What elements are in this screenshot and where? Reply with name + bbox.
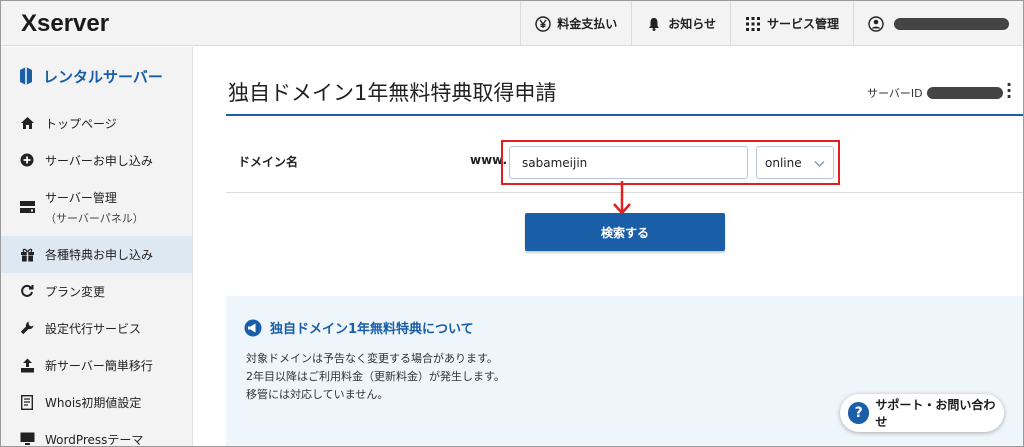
- sidebar-item-server-apply[interactable]: サーバーお申し込み: [1, 142, 192, 179]
- sidebar-item-label: 各種特典お申し込み: [45, 248, 154, 262]
- home-icon: [19, 115, 35, 131]
- nav-notice[interactable]: お知らせ: [631, 1, 730, 46]
- server-brand-icon: [19, 67, 33, 85]
- info-title-label: 独自ドメイン1年無料特典について: [270, 322, 474, 337]
- gift-icon: [19, 246, 35, 262]
- support-label: サポート・お問い合わせ: [875, 398, 996, 429]
- sidebar-item-benefits[interactable]: 各種特典お申し込み: [1, 236, 192, 273]
- sidebar-item-label: Whois初期値設定: [45, 396, 142, 410]
- wrench-icon: [19, 320, 35, 336]
- user-icon: [868, 15, 884, 32]
- nav-payment-label: 料金支払い: [557, 17, 618, 31]
- refresh-icon: [19, 283, 35, 299]
- domain-name-label: ドメイン名: [238, 155, 299, 169]
- sidebar-item-label: サーバーお申し込み: [45, 154, 153, 168]
- chevron-down-icon: [814, 157, 825, 171]
- domain-input[interactable]: [509, 146, 748, 179]
- sidebar-item-server-management[interactable]: サーバー管理 （サーバーパネル）: [1, 179, 192, 236]
- nav-payment[interactable]: 料金支払い: [520, 1, 631, 46]
- plus-circle-icon: [19, 152, 35, 168]
- tld-select[interactable]: online: [756, 146, 834, 179]
- redacted-username: [894, 17, 1009, 30]
- info-line: 対象ドメインは予告なく変更する場合があります。: [246, 352, 498, 365]
- sidebar-item-label: サーバー管理: [45, 191, 117, 205]
- top-header: Xserver 料金支払い お知らせ サービス管理: [1, 1, 1023, 46]
- sidebar-item-label: 新サーバー簡単移行: [45, 359, 153, 373]
- sidebar-item-plan-change[interactable]: プラン変更: [1, 273, 192, 310]
- support-button[interactable]: ? サポート・お問い合わせ: [840, 394, 1004, 432]
- nav-user-account[interactable]: [853, 1, 1023, 46]
- info-title: 独自ドメイン1年無料特典について: [244, 318, 474, 337]
- grid-icon: [745, 16, 761, 32]
- nav-service-label: サービス管理: [766, 17, 839, 31]
- more-menu-icon[interactable]: · · ·: [1006, 77, 1012, 105]
- sidebar-title-label: レンタルサーバー: [43, 67, 163, 86]
- sidebar-item-label: 設定代行サービス: [45, 322, 142, 336]
- sidebar-item-setup-service[interactable]: 設定代行サービス: [1, 310, 192, 347]
- search-button[interactable]: 検索する: [525, 213, 725, 251]
- info-line: 2年目以降はご利用料金（更新料金）が発生します。: [246, 370, 505, 383]
- info-line: 移管には対応していません。: [246, 388, 389, 401]
- header-nav: 料金支払い お知らせ サービス管理: [520, 1, 1023, 46]
- megaphone-icon: [244, 319, 262, 337]
- server-id: サーバーID: [867, 85, 1003, 101]
- sidebar-title[interactable]: レンタルサーバー: [1, 47, 192, 105]
- upload-icon: [19, 357, 35, 373]
- sidebar-item-label: プラン変更: [45, 285, 106, 299]
- yen-icon: [535, 15, 551, 32]
- sidebar-item-label: WordPressテーマ: [45, 433, 144, 447]
- nav-notice-label: お知らせ: [668, 17, 716, 31]
- sidebar-item-top[interactable]: トップページ: [1, 105, 192, 142]
- redacted-server-id: [926, 87, 1003, 99]
- title-underline: [226, 114, 1023, 116]
- monitor-icon: [19, 431, 35, 446]
- sidebar-item-label: トップページ: [45, 117, 117, 131]
- app-window: Xserver 料金支払い お知らせ サービス管理 レンタルサーバー トップペー…: [0, 0, 1024, 447]
- sidebar-item-migration[interactable]: 新サーバー簡単移行: [1, 347, 192, 384]
- document-icon: [19, 394, 35, 410]
- sidebar-item-wordpress-theme[interactable]: WordPressテーマ: [1, 421, 192, 447]
- question-icon: ?: [848, 402, 870, 424]
- server-icon: [19, 199, 35, 215]
- sidebar-item-sublabel: （サーバーパネル）: [45, 212, 144, 225]
- sidebar-item-whois[interactable]: Whois初期値設定: [1, 384, 192, 421]
- bell-icon: [646, 16, 662, 32]
- tld-selected-value: online: [765, 155, 802, 170]
- nav-service-management[interactable]: サービス管理: [729, 1, 853, 46]
- server-id-label: サーバーID: [867, 87, 923, 100]
- xserver-logo[interactable]: Xserver: [21, 10, 109, 38]
- main-content: 独自ドメイン1年無料特典取得申請 サーバーID ··· ドメイン名 www. o…: [194, 47, 1023, 446]
- page-title: 独自ドメイン1年無料特典取得申請: [228, 81, 557, 105]
- sidebar: レンタルサーバー トップページ サーバーお申し込み サーバー管理 （サーバーパネ…: [1, 47, 193, 447]
